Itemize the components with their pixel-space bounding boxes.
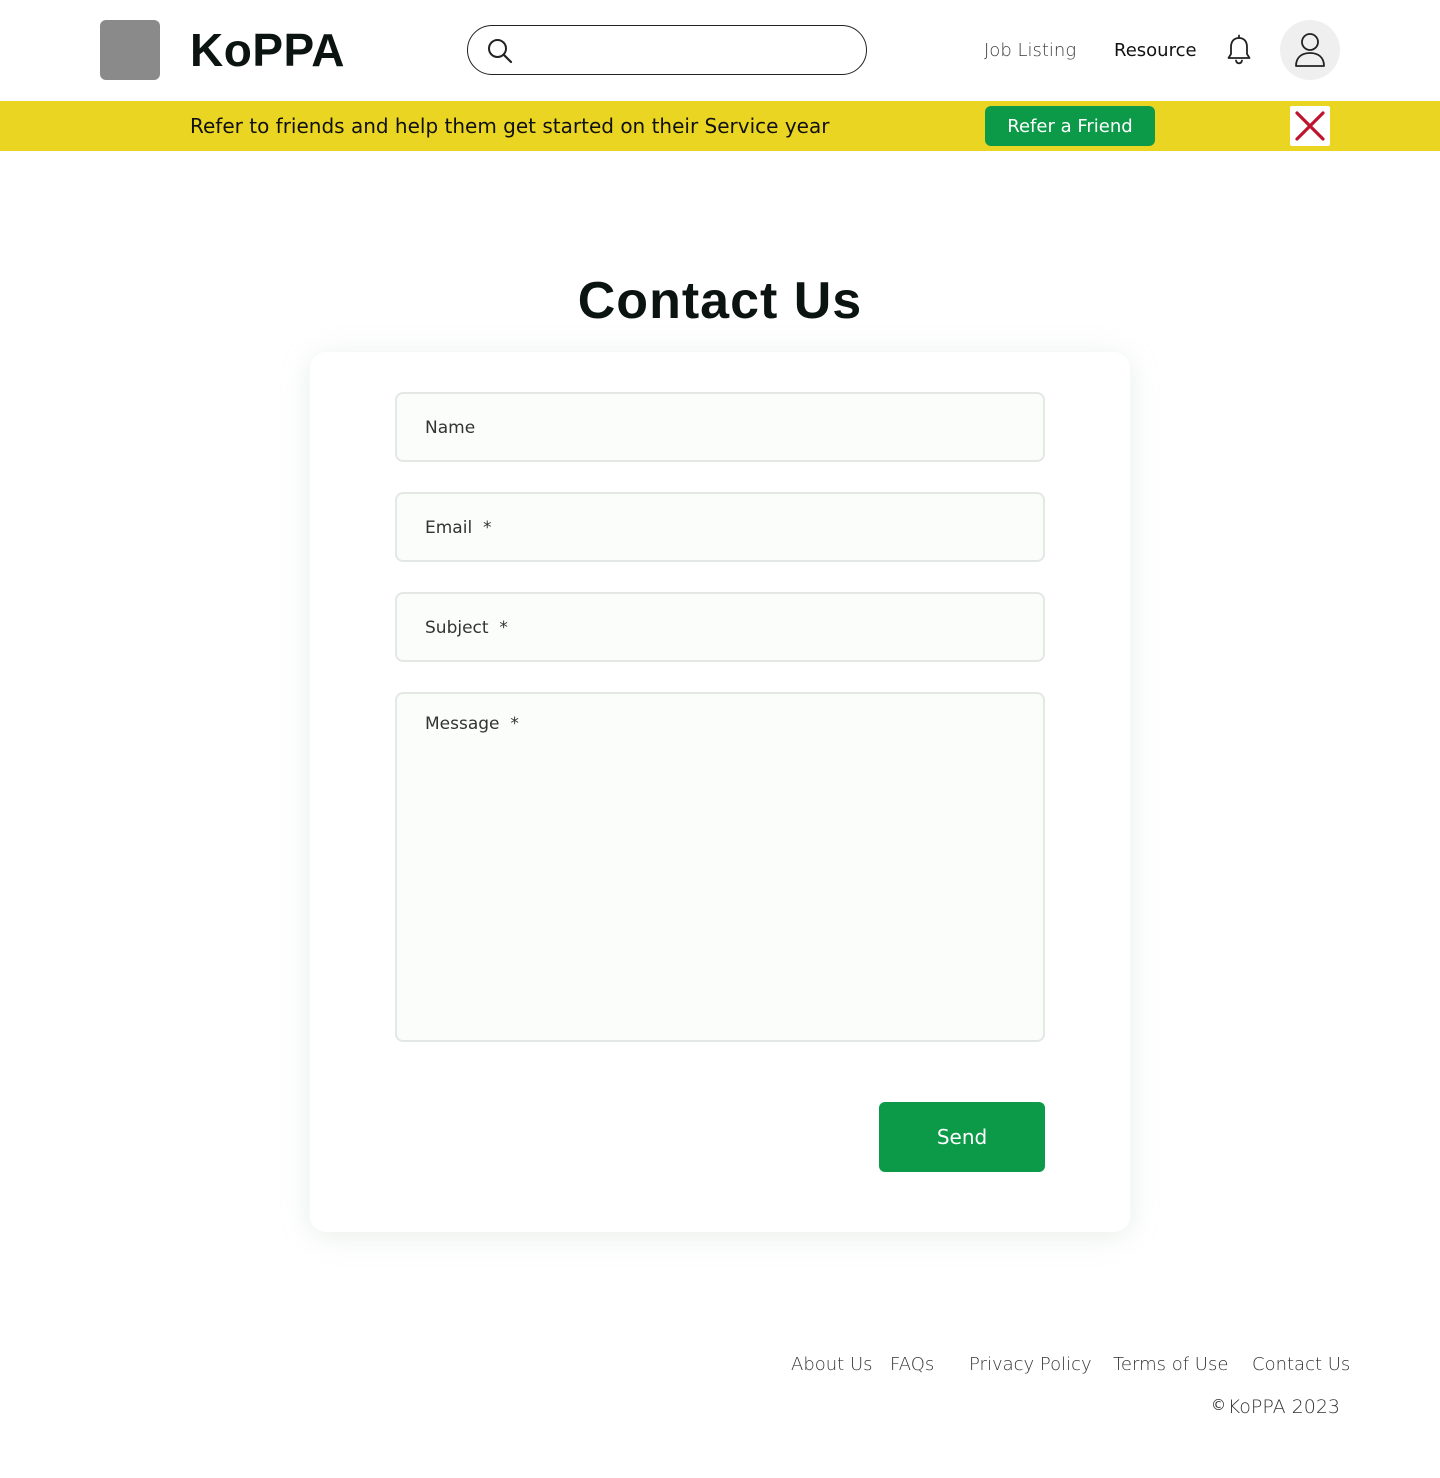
banner-close-button[interactable] xyxy=(1290,106,1330,146)
name-input[interactable] xyxy=(425,414,1015,442)
logo-placeholder[interactable] xyxy=(100,20,160,80)
close-icon xyxy=(1295,111,1325,141)
refer-friend-button[interactable]: Refer a Friend xyxy=(985,106,1155,146)
email-field[interactable] xyxy=(395,492,1045,562)
referral-banner: Refer to friends and help them get start… xyxy=(0,101,1440,151)
brand-name[interactable]: KoPPA xyxy=(190,22,345,78)
copyright-text: KoPPA 2023 xyxy=(1227,1396,1340,1418)
banner-text: Refer to friends and help them get start… xyxy=(190,114,830,138)
user-icon xyxy=(1295,33,1325,67)
subject-input[interactable] xyxy=(425,614,1015,642)
name-field[interactable] xyxy=(395,392,1045,462)
message-field[interactable] xyxy=(395,692,1045,1042)
avatar[interactable] xyxy=(1280,20,1340,80)
nav-resource[interactable]: Resource xyxy=(1114,40,1197,62)
subject-field[interactable] xyxy=(395,592,1045,662)
search-bar[interactable] xyxy=(467,25,867,75)
contact-form-card: Send xyxy=(310,352,1130,1232)
send-button[interactable]: Send xyxy=(879,1102,1045,1172)
footer-link-terms-of-use[interactable]: Terms of Use xyxy=(1113,1354,1228,1376)
bell-icon[interactable] xyxy=(1224,34,1254,66)
copyright-icon: © xyxy=(1211,1396,1226,1414)
nav-job-listing[interactable]: Job Listing xyxy=(984,40,1076,62)
page-title: Contact Us xyxy=(577,272,863,330)
message-textarea[interactable] xyxy=(425,714,1015,1014)
footer-link-contact-us[interactable]: Contact Us xyxy=(1252,1354,1350,1376)
footer-link-about-us[interactable]: About Us xyxy=(791,1354,873,1376)
search-icon xyxy=(488,39,513,64)
footer-link-privacy-policy[interactable]: Privacy Policy xyxy=(969,1354,1092,1376)
search-input[interactable] xyxy=(526,34,846,66)
footer-link-faqs[interactable]: FAQs xyxy=(890,1354,934,1376)
email-input[interactable] xyxy=(425,514,1015,542)
